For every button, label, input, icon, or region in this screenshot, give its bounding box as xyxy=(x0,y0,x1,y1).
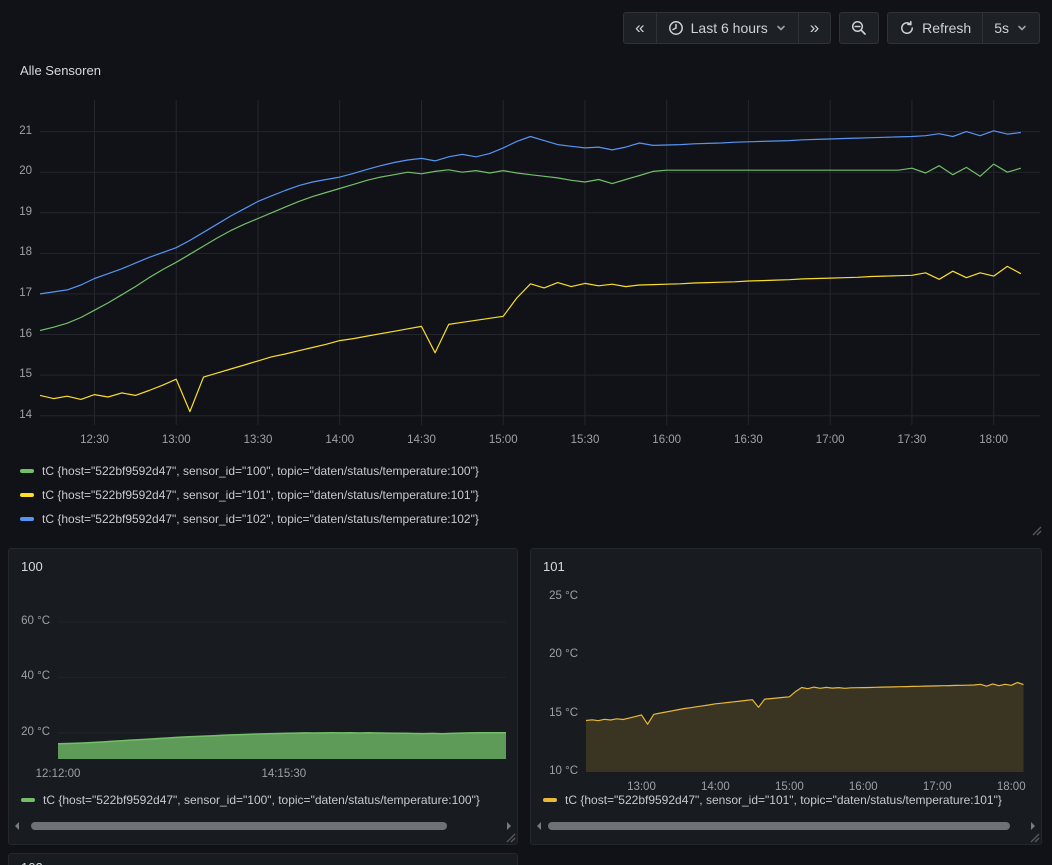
dashboard-toolbar: « Last 6 hours » xyxy=(623,12,1040,44)
panel-title-100[interactable]: 100 xyxy=(21,559,43,574)
scrollbar-track[interactable] xyxy=(543,822,1029,830)
legend-label: tC {host="522bf9592d47", sensor_id="102"… xyxy=(42,512,479,526)
scrollbar-thumb[interactable] xyxy=(31,822,447,830)
y-axis-tick-label: 17 xyxy=(8,287,32,299)
legend-item-sensor-101[interactable]: tC {host="522bf9592d47", sensor_id="101"… xyxy=(20,483,479,507)
x-axis-tick-label: 16:00 xyxy=(632,434,702,446)
series-swatch-green xyxy=(21,798,35,802)
x-axis-tick-label: 14:30 xyxy=(386,434,456,446)
time-range-forward-button[interactable]: » xyxy=(798,13,830,43)
panel-alle-sensoren: Alle Sensoren 14 15 16 17 18 19 20 21 12:30 13:00… xyxy=(8,47,1044,540)
y-axis-tick-label: 40 °C xyxy=(9,670,50,682)
y-axis-tick-label: 15 xyxy=(8,368,32,380)
zoom-out-button[interactable] xyxy=(840,13,878,43)
panel-101-chart-area: 10 °C15 °C20 °C25 °C13:0014:0015:0016:00… xyxy=(531,589,1041,799)
refresh-button[interactable]: Refresh xyxy=(888,13,982,43)
x-axis-tick-label: 15:30 xyxy=(550,434,620,446)
double-chevron-right-icon: » xyxy=(810,19,819,38)
panel-title-102[interactable]: 102 xyxy=(21,860,43,865)
main-chart-legend: tC {host="522bf9592d47", sensor_id="100"… xyxy=(20,459,479,531)
clock-icon xyxy=(668,20,684,36)
panel-100-horizontal-scrollbar xyxy=(15,820,511,832)
main-chart-area: 14 15 16 17 18 19 20 21 12:30 13:00 13:30 14:00 14:3… xyxy=(8,100,1044,452)
time-series-plot-main[interactable] xyxy=(40,100,1040,425)
panel-resize-handle[interactable] xyxy=(1028,831,1040,843)
chevron-down-icon xyxy=(1016,22,1028,34)
x-axis-tick-label: 12:12:00 xyxy=(23,768,93,780)
panel-100-legend: tC {host="522bf9592d47", sensor_id="100"… xyxy=(21,790,511,810)
y-axis-tick-label: 25 °C xyxy=(531,590,578,602)
scroll-right-arrow[interactable] xyxy=(1031,822,1035,830)
y-axis-tick-label: 20 °C xyxy=(9,726,50,738)
legend-item-sensor-100[interactable]: tC {host="522bf9592d47", sensor_id="100"… xyxy=(21,790,511,810)
legend-item-sensor-100[interactable]: tC {host="522bf9592d47", sensor_id="100"… xyxy=(20,459,479,483)
panel-102: 102 xyxy=(8,853,518,865)
refresh-label: Refresh xyxy=(922,20,971,36)
x-axis-tick-label: 14:00 xyxy=(305,434,375,446)
y-axis-tick-label: 10 °C xyxy=(531,765,578,777)
refresh-group: Refresh 5s xyxy=(887,12,1040,44)
x-axis-tick-label: 18:00 xyxy=(959,434,1029,446)
refresh-interval-value: 5s xyxy=(994,20,1009,36)
scrollbar-track[interactable] xyxy=(21,822,505,830)
scroll-right-arrow[interactable] xyxy=(507,822,511,830)
legend-label: tC {host="522bf9592d47", sensor_id="100"… xyxy=(42,464,479,478)
series-swatch-yellow xyxy=(543,798,557,802)
series-swatch-blue xyxy=(20,517,34,521)
x-axis-tick-label: 15:00 xyxy=(468,434,538,446)
y-axis-tick-label: 19 xyxy=(8,206,32,218)
series-swatch-green xyxy=(20,469,34,473)
time-range-label: Last 6 hours xyxy=(691,20,768,36)
panel-101-legend: tC {host="522bf9592d47", sensor_id="101"… xyxy=(543,790,1035,810)
refresh-interval-dropdown[interactable]: 5s xyxy=(982,13,1039,43)
time-series-plot-100[interactable] xyxy=(58,597,506,759)
legend-label: tC {host="522bf9592d47", sensor_id="101"… xyxy=(565,793,1002,807)
y-axis-tick-label: 16 xyxy=(8,328,32,340)
y-axis-tick-label: 21 xyxy=(8,125,32,137)
scroll-left-arrow[interactable] xyxy=(15,822,19,830)
x-axis-tick-label: 13:30 xyxy=(223,434,293,446)
time-range-back-button[interactable]: « xyxy=(624,13,655,43)
double-chevron-left-icon: « xyxy=(635,19,644,38)
y-axis-tick-label: 15 °C xyxy=(531,707,578,719)
zoom-out-group xyxy=(839,12,879,44)
panel-100: 100 20 °C 40 °C 60 °C 12:12:00 14:15:30 tC {… xyxy=(8,548,518,845)
x-axis-tick-label: 17:30 xyxy=(877,434,947,446)
panel-100-chart-area: 20 °C 40 °C 60 °C 12:12:00 14:15:30 xyxy=(9,597,517,797)
time-range-picker-button[interactable]: Last 6 hours xyxy=(656,13,798,43)
y-axis-tick-label: 14 xyxy=(8,409,32,421)
panel-101: 101 10 °C15 °C20 °C25 °C13:0014:0015:001… xyxy=(530,548,1042,845)
panel-title-101[interactable]: 101 xyxy=(543,559,565,574)
panel-101-horizontal-scrollbar xyxy=(537,820,1035,832)
y-axis-tick-label: 20 xyxy=(8,165,32,177)
panel-resize-handle[interactable] xyxy=(504,831,516,843)
legend-item-sensor-102[interactable]: tC {host="522bf9592d47", sensor_id="102"… xyxy=(20,507,479,531)
scrollbar-thumb[interactable] xyxy=(548,822,1010,830)
panel-resize-handle[interactable] xyxy=(1030,524,1042,536)
time-series-plot-101[interactable] xyxy=(586,589,1026,772)
y-axis-tick-label: 20 °C xyxy=(531,648,578,660)
panel-title-alle-sensoren[interactable]: Alle Sensoren xyxy=(20,63,101,78)
x-axis-tick-label: 14:15:30 xyxy=(249,768,319,780)
chevron-down-icon xyxy=(775,22,787,34)
y-axis-tick-label: 60 °C xyxy=(9,615,50,627)
x-axis-tick-label: 12:30 xyxy=(59,434,129,446)
x-axis-tick-label: 13:00 xyxy=(141,434,211,446)
magnifier-minus-icon xyxy=(851,20,867,36)
legend-label: tC {host="522bf9592d47", sensor_id="100"… xyxy=(43,793,480,807)
series-swatch-yellow xyxy=(20,493,34,497)
scroll-left-arrow[interactable] xyxy=(537,822,541,830)
time-picker-group: « Last 6 hours » xyxy=(623,12,831,44)
x-axis-tick-label: 17:00 xyxy=(795,434,865,446)
y-axis-tick-label: 18 xyxy=(8,246,32,258)
x-axis-tick-label: 16:30 xyxy=(713,434,783,446)
refresh-icon xyxy=(899,20,915,36)
legend-item-sensor-101[interactable]: tC {host="522bf9592d47", sensor_id="101"… xyxy=(543,790,1035,810)
legend-label: tC {host="522bf9592d47", sensor_id="101"… xyxy=(42,488,479,502)
